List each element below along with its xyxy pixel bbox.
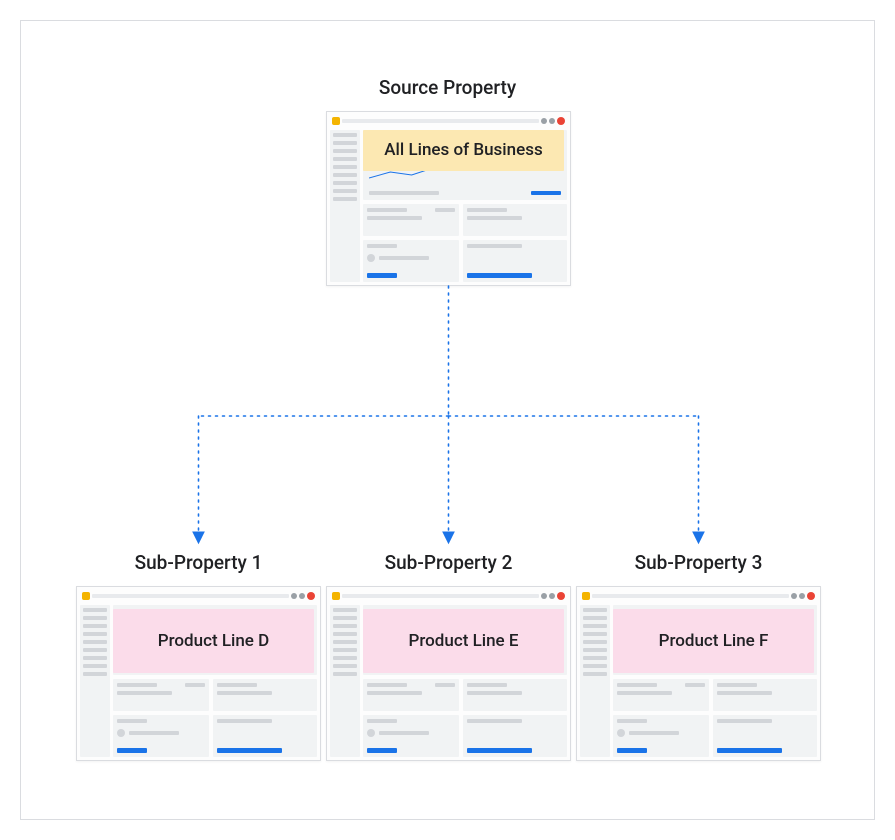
sub-property-1-card: Product Line D	[76, 586, 321, 761]
analytics-logo-icon	[332, 592, 340, 600]
source-property-heading: Source Property	[379, 76, 516, 99]
dot-icon	[799, 593, 805, 599]
avatar-icon	[307, 592, 315, 600]
dot-icon	[541, 593, 547, 599]
sub-property-2-heading: Sub-Property 2	[326, 551, 571, 574]
avatar-icon	[557, 117, 565, 125]
dot-icon	[791, 593, 797, 599]
diagram-canvas: Source Property Sub-Property 1 Sub-Prope…	[20, 20, 875, 820]
dot-icon	[549, 593, 555, 599]
analytics-logo-icon	[582, 592, 590, 600]
sub-property-1-heading: Sub-Property 1	[76, 551, 321, 574]
sub-property-3-heading: Sub-Property 3	[576, 551, 821, 574]
source-property-label: All Lines of Business	[363, 130, 564, 171]
dot-icon	[549, 118, 555, 124]
sub-property-2-label: Product Line E	[363, 609, 564, 673]
dot-icon	[291, 593, 297, 599]
sub-property-2-card: Product Line E	[326, 586, 571, 761]
avatar-icon	[807, 592, 815, 600]
source-property-card: All Lines of Business	[326, 111, 571, 286]
analytics-logo-icon	[332, 117, 340, 125]
sub-property-1-label: Product Line D	[113, 609, 314, 673]
sub-property-3-label: Product Line F	[613, 609, 814, 673]
analytics-logo-icon	[82, 592, 90, 600]
dot-icon	[541, 118, 547, 124]
avatar-icon	[557, 592, 565, 600]
dot-icon	[299, 593, 305, 599]
sub-property-3-card: Product Line F	[576, 586, 821, 761]
